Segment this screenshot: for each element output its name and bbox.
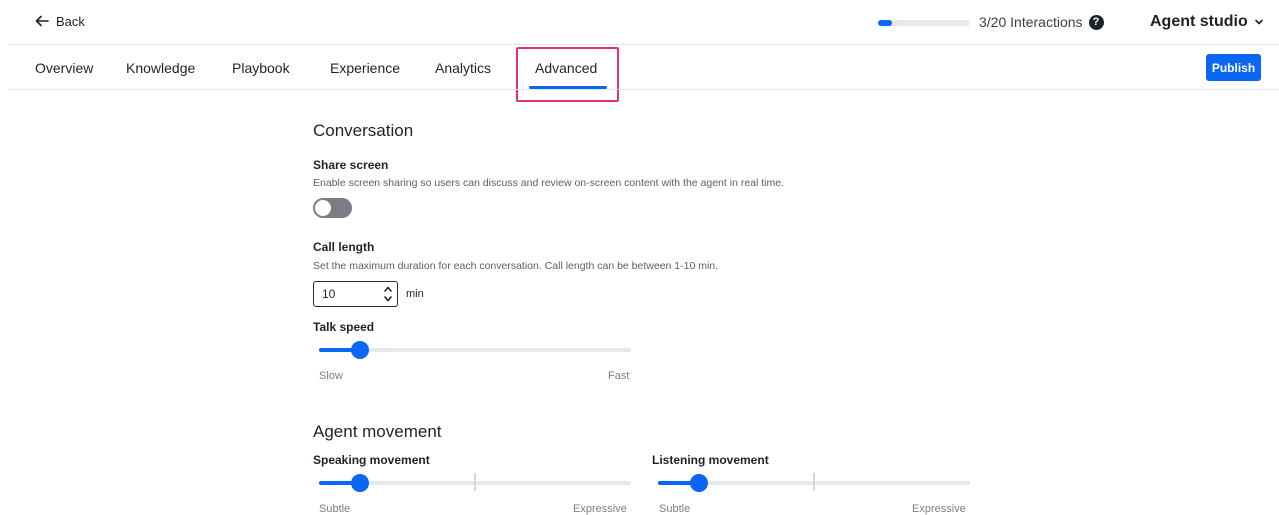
slider-thumb[interactable] [350,341,369,359]
listening-movement-max-label: Expressive [912,503,966,515]
tab-playbook[interactable]: Playbook [232,60,290,76]
share-screen-toggle[interactable] [313,198,352,218]
tab-analytics[interactable]: Analytics [435,60,491,76]
back-label: Back [56,13,85,29]
agent-studio-menu[interactable]: Agent studio [1150,13,1264,31]
share-screen-label: Share screen [313,158,389,172]
back-button[interactable]: Back [34,13,85,29]
slider-midpoint-tick [474,473,476,491]
listening-movement-min-label: Subtle [659,503,691,515]
tabs-divider [8,89,1279,90]
interactions-counter: 3/20 Interactions ? [979,14,1104,30]
call-length-input[interactable] [322,287,377,301]
listening-movement-label: Listening movement [652,453,769,467]
call-length-spinner[interactable] [383,285,393,303]
agent-studio-label: Agent studio [1150,13,1248,30]
talk-speed-min-label: Slow [319,370,343,382]
agent-movement-section-title: Agent movement [313,422,442,441]
arrow-left-icon [35,15,49,27]
talk-speed-label: Talk speed [313,320,375,334]
help-icon[interactable]: ? [1088,14,1104,30]
call-length-label: Call length [313,240,375,254]
call-length-unit: min [406,288,424,300]
speaking-movement-slider[interactable] [313,471,631,495]
conversation-section-title: Conversation [313,121,414,140]
interactions-progress-fill [878,20,892,26]
toggle-knob [315,200,331,216]
tab-bar: Overview Knowledge Playbook Experience A… [0,45,1279,90]
slider-midpoint-tick [813,473,815,491]
chevron-up-icon[interactable] [383,285,393,293]
tab-highlight-box [516,47,619,102]
interactions-progress-bar [878,20,970,26]
slider-thumb[interactable] [689,474,708,492]
top-bar: Back 3/20 Interactions ? Agent studio [0,0,1279,44]
speaking-movement-max-label: Expressive [573,503,627,515]
slider-thumb[interactable] [350,474,369,492]
talk-speed-max-label: Fast [608,370,630,382]
call-length-stepper[interactable] [313,281,398,307]
listening-movement-slider[interactable] [652,471,970,495]
share-screen-description: Enable screen sharing so users can discu… [313,177,785,189]
chevron-down-icon[interactable] [383,295,393,303]
interactions-text: 3/20 Interactions [979,14,1083,30]
call-length-description: Set the maximum duration for each conver… [313,260,719,272]
chevron-down-icon [1254,19,1263,25]
tab-experience[interactable]: Experience [330,60,400,76]
publish-button[interactable]: Publish [1206,54,1261,81]
speaking-movement-label: Speaking movement [313,453,430,467]
tab-overview[interactable]: Overview [35,60,93,76]
speaking-movement-min-label: Subtle [319,503,351,515]
tab-knowledge[interactable]: Knowledge [126,60,195,76]
talk-speed-slider[interactable] [313,338,631,362]
